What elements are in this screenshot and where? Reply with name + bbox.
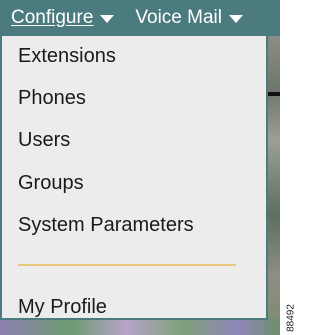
figure-number: 88492: [284, 300, 298, 335]
configure-dropdown: Extensions Phones Users Groups System Pa…: [0, 36, 268, 320]
menu-separator: [18, 264, 236, 266]
menu-item-my-profile[interactable]: My Profile: [18, 295, 107, 319]
voice-mail-menu[interactable]: Voice Mail: [114, 0, 243, 36]
configure-menu-label: Configure: [11, 7, 94, 28]
page: Configure Voice Mail Extensions Phones U…: [0, 0, 298, 335]
menu-item-extensions[interactable]: Extensions: [18, 44, 116, 68]
voice-mail-menu-label: Voice Mail: [135, 7, 222, 28]
chevron-down-icon: [229, 15, 243, 23]
menu-item-phones[interactable]: Phones: [18, 86, 86, 110]
background-scenery-right: [268, 36, 280, 335]
configure-menu[interactable]: Configure: [0, 0, 115, 36]
figure-number-label: 88492: [285, 303, 297, 332]
chevron-down-icon: [100, 15, 115, 23]
menu-item-users[interactable]: Users: [18, 128, 70, 152]
menu-item-system-parameters[interactable]: System Parameters: [18, 213, 194, 237]
top-menu-bar: Configure Voice Mail: [0, 0, 280, 36]
background-scenery-bottom: [0, 318, 280, 335]
background-mark: [266, 92, 280, 96]
menu-item-groups[interactable]: Groups: [18, 171, 84, 195]
